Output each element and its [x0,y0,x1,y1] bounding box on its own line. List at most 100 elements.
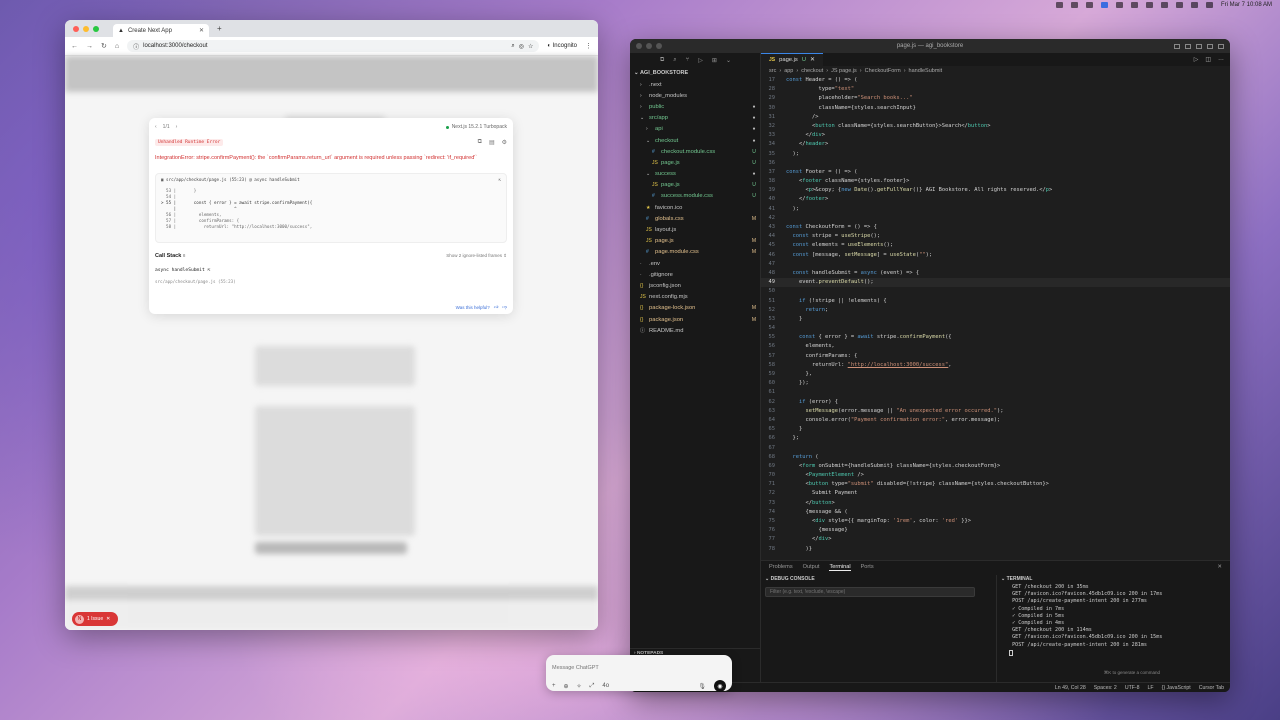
incognito-indicator[interactable]: ◐ Incognito [547,43,577,49]
code-line[interactable]: 34 </header> [761,140,1230,149]
next-error-icon[interactable]: › [176,124,178,130]
code-line[interactable]: 47 [761,260,1230,269]
close-window-button[interactable] [73,25,79,32]
code-line[interactable]: 77 </div> [761,535,1230,544]
globe-icon[interactable]: ⊕ [564,683,569,690]
settings-icon[interactable]: ⚙ [502,139,507,146]
battery-icon[interactable] [1160,2,1168,8]
code-line[interactable]: 56 elements, [761,342,1230,351]
status-icon[interactable] [1085,2,1093,8]
code-line[interactable]: 54 [761,324,1230,333]
status-item[interactable]: Spaces: 2 [1094,685,1117,691]
bluetooth-icon[interactable] [1145,2,1153,8]
code-line[interactable]: 49 event.preventDefault(); [761,278,1230,288]
breadcrumb-item[interactable]: handleSubmit [909,68,943,74]
back-icon[interactable]: ← [71,43,78,50]
code-line[interactable]: 37 const Footer = () => ( [761,168,1230,177]
extensions-icon[interactable]: ⊞ [712,57,717,64]
stack-frame-source[interactable]: src/app/checkout/page.js (55:23) [155,279,507,284]
tree-item[interactable]: {} package-lock.json M [630,303,760,314]
code-area[interactable]: 17 const Header = () => (28 type="text" 29… [761,76,1230,560]
home-icon[interactable]: ⌂ [115,43,119,50]
tree-item[interactable]: # checkout.module.css U [630,146,760,157]
browser-menu-icon[interactable]: ⋮ [585,42,592,50]
more-actions-icon[interactable]: … [1218,56,1224,63]
control-center-icon[interactable] [1205,2,1213,8]
code-line[interactable]: 68 return ( [761,453,1230,462]
code-line[interactable]: 74 {message && ( [761,508,1230,517]
code-line[interactable]: 41 ); [761,205,1230,214]
nextjs-version-badge[interactable]: Next.js 15.2.1 Turbopack [445,124,507,130]
bookmark-star-icon[interactable]: ☆ [528,43,533,50]
code-line[interactable]: 29 placeholder="Search books..." [761,94,1230,103]
run-icon[interactable]: ▷ [1194,56,1199,63]
close-tab-icon[interactable]: ✕ [810,57,815,63]
code-line[interactable]: 75 <div style={{ marginTop: '1rem', colo… [761,517,1230,526]
close-tab-icon[interactable]: ✕ [199,27,204,34]
debug-filter-input[interactable] [765,587,975,597]
chatgpt-message-input[interactable] [552,665,722,671]
more-chevron-icon[interactable]: ⌄ [726,57,731,64]
microphone-icon[interactable]: 🎙︎ [698,683,706,690]
explorer-root[interactable]: ⌄ AGI_BOOKSTORE [630,67,760,79]
terminal[interactable]: ⌄ TERMINAL GET /checkout 200 in 35ms GET… [997,575,1230,682]
breadcrumb-item[interactable]: app [784,68,793,74]
tree-item[interactable]: › public ● [630,101,760,112]
screenshot-icon[interactable]: ⤢ [590,683,595,690]
tree-item[interactable]: # globals.css M [630,213,760,224]
tree-item[interactable]: {} package.json M [630,314,760,325]
panel-tab[interactable]: Terminal [829,564,851,571]
tree-item[interactable]: ⌄ success ● [630,169,760,180]
code-line[interactable]: 57 confirmParams: { [761,352,1230,361]
source-control-icon[interactable]: ⑂ [686,57,690,63]
minimize-window-button[interactable] [83,25,89,32]
thumbs-up-icon[interactable]: 👍︎ [494,304,499,310]
tree-item[interactable]: ★ favicon.ico [630,202,760,213]
panel-tab[interactable]: Ports [861,564,874,570]
split-editor-icon[interactable]: ◫ [1205,56,1211,63]
code-line[interactable]: 69 <form onSubmit={handleSubmit} classNa… [761,462,1230,471]
code-line[interactable]: 30 className={styles.searchInput} [761,104,1230,113]
code-line[interactable]: 58 returnUrl: "http://localhost:3000/suc… [761,361,1230,370]
run-debug-icon[interactable]: ▷ [698,57,703,64]
code-line[interactable]: 78 )} [761,545,1230,554]
panel-tab[interactable]: Problems [769,564,793,570]
docs-icon[interactable]: ▤ [489,139,495,146]
code-line[interactable]: 48 const handleSubmit = async (event) =>… [761,269,1230,278]
tree-item[interactable]: JS page.js U [630,180,760,191]
code-line[interactable]: 52 return; [761,306,1230,315]
prev-error-icon[interactable]: ‹ [155,124,157,130]
code-line[interactable]: 72 Submit Payment [761,489,1230,498]
breadcrumb-item[interactable]: checkout [801,68,823,74]
code-line[interactable]: 64 console.error("Payment confirmation e… [761,416,1230,425]
breadcrumb-item[interactable]: JS page.js [831,68,857,74]
model-selector[interactable]: 4o [602,683,609,689]
stack-frame[interactable]: async handleSubmit ⇱ [155,268,507,273]
code-frame-file[interactable]: ▦ src/app/checkout/page.js (55:23) @ asy… [161,177,300,182]
editor-tab-page-js[interactable]: JS page.js U ✕ [761,53,823,66]
search-icon[interactable] [1190,2,1198,8]
forward-icon[interactable]: → [86,43,93,50]
external-link-icon[interactable]: ⇱ [208,268,211,273]
sparkle-icon[interactable]: ✧ [577,683,582,690]
close-panel-icon[interactable]: ✕ [1217,564,1230,570]
issues-badge[interactable]: N 1 Issue ✕ [72,612,118,626]
code-line[interactable]: 43 const CheckoutForm = () => { [761,223,1230,232]
status-icon[interactable] [1115,2,1123,8]
code-line[interactable]: 62 if (error) { [761,398,1230,407]
tree-item[interactable]: {} jsconfig.json [630,280,760,291]
status-icon[interactable] [1130,2,1138,8]
code-line[interactable]: 44 const stripe = useStripe(); [761,232,1230,241]
code-line[interactable]: 40 </footer> [761,195,1230,204]
status-item[interactable]: UTF-8 [1125,685,1140,691]
code-line[interactable]: 32 <button className={styles.searchButto… [761,122,1230,131]
clock[interactable]: Fri Mar 7 10:08 AM [1221,2,1272,8]
status-item[interactable]: LF [1148,685,1154,691]
status-item[interactable]: Cursor Tab [1199,685,1224,691]
code-line[interactable]: 35 ); [761,150,1230,159]
search-icon[interactable]: ⌕ [673,57,676,64]
site-info-icon[interactable]: ⓘ [133,42,139,51]
code-line[interactable]: 45 const elements = useElements(); [761,241,1230,250]
tree-item[interactable]: · .gitignore [630,269,760,280]
tree-item[interactable]: # page.module.css M [630,247,760,258]
